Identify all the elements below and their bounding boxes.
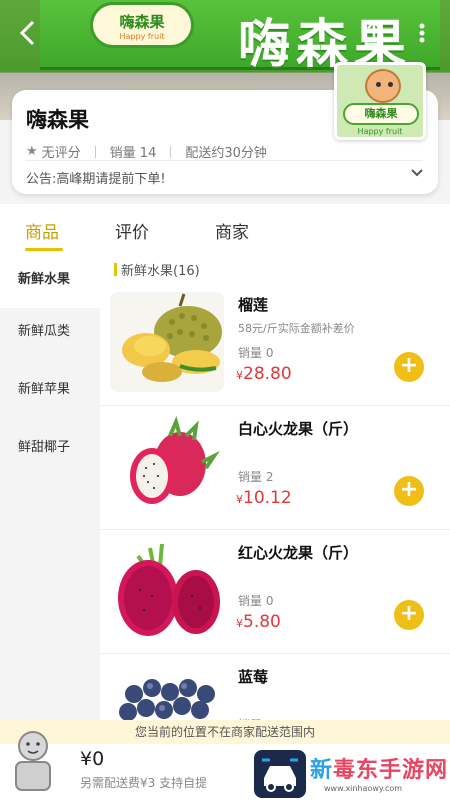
site-watermark: 新毒东手游网 www.xinhaowy.com	[254, 750, 450, 798]
banner-logo: 嗨森果 Happy fruit	[90, 2, 194, 48]
product-list[interactable]: 新鲜水果(16) 榴莲 58元/斤实际金额补差价 销量 0 ¥28.80 + 白…	[100, 256, 450, 726]
section-title: 新鲜水果(16)	[121, 263, 200, 279]
store-sales: 销量 14	[109, 146, 157, 161]
tab-merchant[interactable]: 商家	[215, 218, 249, 243]
price-value: 5.80	[243, 612, 281, 632]
card-divider	[26, 160, 422, 161]
category-sidebar: 新鲜水果 新鲜瓜类 新鲜苹果 鲜甜椰子	[0, 256, 100, 736]
banner-logo-text: 嗨森果	[119, 13, 165, 31]
category-coconut[interactable]: 鲜甜椰子	[0, 424, 100, 482]
active-tab-indicator	[25, 248, 63, 251]
watermark-text: 新毒东手游网	[310, 752, 448, 784]
currency-symbol: ¥	[236, 369, 243, 382]
currency-symbol: ¥	[236, 617, 243, 630]
watermark-car-icon	[254, 750, 306, 798]
meta-divider	[170, 145, 172, 158]
add-to-cart-button[interactable]: +	[394, 352, 424, 382]
delivery-fee-note: 另需配送费¥3 支持自提	[80, 776, 208, 790]
currency-symbol: ¥	[236, 493, 243, 506]
tab-reviews[interactable]: 评价	[115, 218, 149, 243]
category-fresh-apple[interactable]: 新鲜苹果	[0, 366, 100, 424]
mascot-face-icon	[365, 69, 401, 103]
product-price: ¥10.12	[236, 488, 292, 508]
add-to-cart-button[interactable]: +	[394, 476, 424, 506]
meta-divider	[94, 145, 96, 158]
section-header: 新鲜水果(16)	[100, 256, 450, 282]
store-name: 嗨森果	[26, 108, 89, 132]
white-dragon-fruit-image	[110, 416, 224, 516]
store-logo: 嗨森果 Happy fruit	[334, 62, 426, 140]
cart-icon[interactable]	[12, 724, 54, 796]
store-meta: ★ 无评分 销量 14 配送约30分钟	[26, 142, 267, 161]
store-logo-sub: Happy fruit	[357, 127, 403, 136]
watermark-url: www.xinhaowy.com	[324, 784, 403, 793]
star-icon: ★	[26, 144, 38, 159]
durian-image	[110, 292, 224, 392]
store-rating: 无评分	[41, 146, 81, 161]
add-to-cart-button[interactable]: +	[394, 600, 424, 630]
product-price: ¥28.80	[236, 364, 292, 384]
category-fresh-melon[interactable]: 新鲜瓜类	[0, 308, 100, 366]
store-delivery-time: 配送约30分钟	[185, 146, 267, 161]
product-sales: 销量 0	[238, 594, 274, 608]
store-logo-text: 嗨森果	[343, 103, 419, 125]
product-item[interactable]: 蓝莓 销量 0	[100, 654, 450, 726]
product-name: 蓝莓	[238, 668, 269, 686]
watermark-text-a: 新	[310, 758, 334, 783]
price-value: 28.80	[243, 364, 292, 384]
cart-total: ¥0	[80, 748, 105, 770]
banner-logo-sub: Happy fruit	[119, 32, 165, 41]
product-item[interactable]: 白心火龙果（斤） 销量 2 ¥10.12 +	[100, 406, 450, 530]
back-arrow-icon[interactable]	[14, 18, 42, 50]
red-dragon-fruit-image	[110, 540, 224, 640]
more-icon[interactable]	[408, 18, 436, 50]
product-name: 白心火龙果（斤）	[238, 420, 359, 438]
delivery-range-warning: 您当前的位置不在商家配送范围内	[0, 720, 450, 744]
share-icon[interactable]	[360, 18, 388, 50]
chevron-down-icon[interactable]	[410, 166, 424, 180]
product-sales: 销量 2	[238, 470, 274, 484]
product-price: ¥5.80	[236, 612, 281, 632]
product-sales: 销量 0	[238, 346, 274, 360]
product-item[interactable]: 红心火龙果（斤） 销量 0 ¥5.80 +	[100, 530, 450, 654]
blueberry-image	[110, 664, 224, 726]
product-name: 红心火龙果（斤）	[238, 544, 359, 562]
section-marker	[114, 262, 117, 276]
product-item[interactable]: 榴莲 58元/斤实际金额补差价 销量 0 ¥28.80 +	[100, 282, 450, 406]
category-fresh-fruit[interactable]: 新鲜水果	[0, 256, 100, 308]
tab-bar: 商品 评价 商家	[0, 204, 450, 256]
tab-products[interactable]: 商品	[25, 218, 59, 243]
watermark-text-b: 毒东手游网	[333, 758, 449, 783]
product-name: 榴莲	[238, 296, 269, 314]
product-desc: 58元/斤实际金额补差价	[238, 322, 355, 335]
price-value: 10.12	[243, 488, 292, 508]
store-notice[interactable]: 公告:高峰期请提前下单!	[26, 168, 166, 187]
